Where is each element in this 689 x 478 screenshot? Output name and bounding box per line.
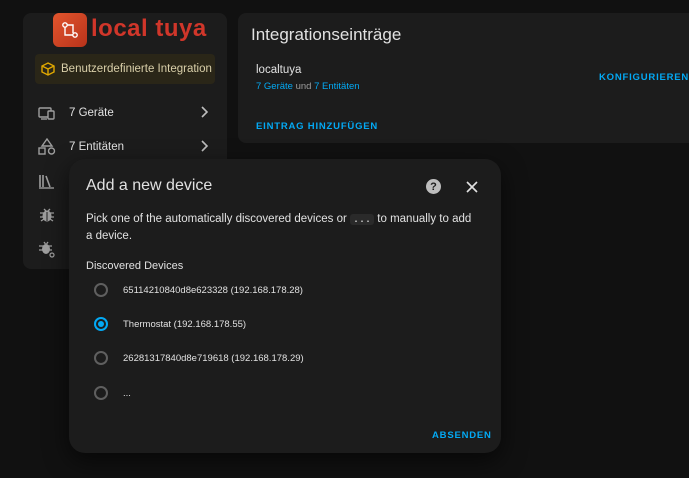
integration-entries-card: Integrationseinträge localtuya 7 Geräte … — [238, 13, 689, 143]
close-icon[interactable] — [465, 180, 479, 194]
device-option[interactable]: 26281317840d8e719618 (192.168.178.29) — [94, 348, 474, 368]
devices-icon — [38, 107, 55, 120]
local-tuya-logo: local tuya — [53, 13, 233, 53]
device-option-label: ... — [123, 387, 131, 399]
radio-button[interactable] — [94, 386, 108, 400]
chevron-right-icon — [201, 140, 209, 152]
and-text: und — [295, 81, 312, 92]
manual-entry-code: ... — [350, 214, 375, 225]
entities-link[interactable]: 7 Entitäten — [314, 81, 359, 92]
package-icon — [41, 62, 55, 76]
shapes-icon — [38, 138, 56, 155]
radio-button[interactable] — [94, 283, 108, 297]
dialog-title: Add a new device — [86, 177, 213, 194]
logo-text: local tuya — [91, 15, 207, 42]
device-option[interactable]: 65114210840d8e623328 (192.168.178.28) — [94, 280, 474, 300]
sidebar-item-label: 7 Entitäten — [69, 141, 124, 153]
device-option-label: 65114210840d8e623328 (192.168.178.28) — [123, 284, 303, 296]
device-option-label: Thermostat (192.168.178.55) — [123, 318, 247, 330]
bug-settings-icon — [39, 241, 55, 258]
device-option-manual[interactable]: ... — [94, 383, 474, 403]
configure-button[interactable]: KONFIGURIEREN — [599, 72, 689, 83]
circuit-logo-icon — [53, 13, 87, 47]
devices-link[interactable]: 7 Geräte — [256, 81, 293, 92]
chevron-right-icon — [201, 106, 209, 118]
help-circle-icon[interactable]: ? — [426, 179, 441, 194]
add-device-dialog: Add a new device ? Pick one of the autom… — [69, 159, 501, 453]
entry-name: localtuya — [256, 64, 302, 76]
sidebar-item-label: 7 Geräte — [69, 107, 114, 119]
radio-button[interactable] — [94, 351, 108, 365]
bug-icon — [40, 208, 54, 222]
entry-summary: 7 Geräte und 7 Entitäten — [256, 81, 360, 92]
radio-button-selected[interactable] — [94, 317, 108, 331]
description-text: Pick one of the automatically discovered… — [86, 213, 347, 225]
sidebar-item-devices[interactable]: 7 Geräte — [23, 96, 227, 130]
library-icon — [39, 175, 54, 189]
device-option-label: 26281317840d8e719618 (192.168.178.29) — [123, 352, 304, 364]
add-entry-button[interactable]: EINTRAG HINZUFÜGEN — [256, 121, 378, 132]
discovered-devices-label: Discovered Devices — [86, 260, 184, 272]
custom-integration-label: Benutzerdefinierte Integration — [61, 63, 212, 75]
device-option[interactable]: Thermostat (192.168.178.55) — [94, 314, 474, 334]
page-title: Integrationseinträge — [251, 25, 402, 44]
dialog-description: Pick one of the automatically discovered… — [86, 211, 476, 244]
custom-integration-badge: Benutzerdefinierte Integration — [35, 54, 215, 84]
submit-button[interactable]: ABSENDEN — [432, 430, 492, 441]
